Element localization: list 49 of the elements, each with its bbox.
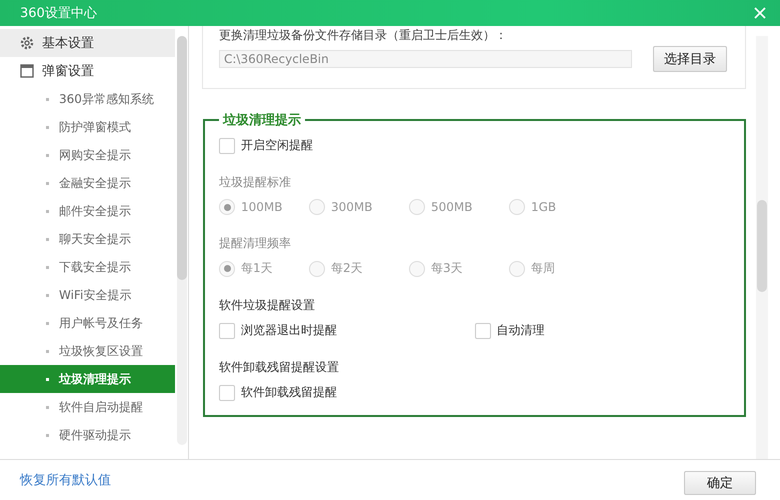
section-label: 垃圾提醒标准 bbox=[219, 174, 292, 191]
option-label: 500MB bbox=[431, 200, 472, 214]
option-label: 每3天 bbox=[431, 260, 463, 277]
sidebar-item[interactable]: WiFi安全提示 bbox=[0, 281, 175, 309]
sidebar-item[interactable]: 下载安全提示 bbox=[0, 253, 175, 281]
option-label: 1GB bbox=[531, 200, 556, 214]
group-label: 弹窗设置 bbox=[42, 63, 94, 80]
option-label: 每周 bbox=[531, 260, 555, 277]
option-label: 开启空闲提醒 bbox=[241, 137, 313, 154]
choose-directory-button[interactable]: 选择目录 bbox=[653, 46, 727, 72]
option-label: 自动清理 bbox=[496, 322, 544, 339]
section-label: 软件垃圾提醒设置 bbox=[219, 297, 316, 314]
group-label: 基本设置 bbox=[42, 35, 94, 52]
section-label: 软件卸载残留提醒设置 bbox=[219, 359, 340, 376]
directory-label: 更换清理垃圾备份文件存储目录（重启卫士后生效）： bbox=[219, 28, 508, 42]
close-icon[interactable] bbox=[754, 7, 766, 19]
option-label: 软件卸载残留提醒 bbox=[241, 384, 337, 401]
scrollbar[interactable] bbox=[756, 36, 768, 459]
sidebar-item[interactable]: 垃圾清理提示 bbox=[0, 365, 175, 393]
option-label: 100MB bbox=[241, 200, 282, 214]
window-title: 360设置中心 bbox=[20, 5, 97, 22]
checkbox[interactable] bbox=[219, 138, 235, 154]
option-label: 浏览器退出时提醒 bbox=[241, 322, 337, 339]
checkbox[interactable] bbox=[474, 322, 490, 338]
restore-defaults-link[interactable]: 恢复所有默认值 bbox=[20, 471, 111, 489]
scrollbar[interactable] bbox=[177, 36, 187, 445]
ok-button[interactable]: 确定 bbox=[684, 471, 756, 495]
sidebar-item[interactable]: 金融安全提示 bbox=[0, 169, 175, 197]
sidebar-item[interactable]: 网购安全提示 bbox=[0, 141, 175, 169]
sidebar-item[interactable]: 防护弹窗模式 bbox=[0, 113, 175, 141]
sidebar-item[interactable]: 垃圾恢复区设置 bbox=[0, 337, 175, 365]
sidebar-item[interactable]: 360异常感知系统 bbox=[0, 85, 175, 113]
section-label: 提醒清理频率 bbox=[219, 235, 292, 252]
sidebar-group[interactable]: 弹窗设置 bbox=[0, 57, 175, 85]
window-icon bbox=[20, 64, 34, 78]
group-title: 垃圾清理提示 bbox=[222, 112, 302, 129]
sidebar-item[interactable]: 硬件驱动提示 bbox=[0, 421, 175, 449]
sidebar-item[interactable]: 聊天安全提示 bbox=[0, 225, 175, 253]
option-label: 每1天 bbox=[241, 260, 273, 277]
option-label: 300MB bbox=[331, 200, 372, 214]
gear-icon bbox=[20, 36, 34, 50]
path-field[interactable]: C:\360RecycleBin bbox=[219, 50, 632, 68]
sidebar-group[interactable]: 基本设置 bbox=[0, 29, 175, 57]
checkbox[interactable] bbox=[219, 322, 235, 338]
checkbox[interactable] bbox=[219, 384, 235, 400]
sidebar-item[interactable]: 用户帐号及任务 bbox=[0, 309, 175, 337]
sidebar-item[interactable]: 邮件安全提示 bbox=[0, 197, 175, 225]
sidebar-item[interactable]: 软件自启动提醒 bbox=[0, 393, 175, 421]
option-label: 每2天 bbox=[331, 260, 363, 277]
